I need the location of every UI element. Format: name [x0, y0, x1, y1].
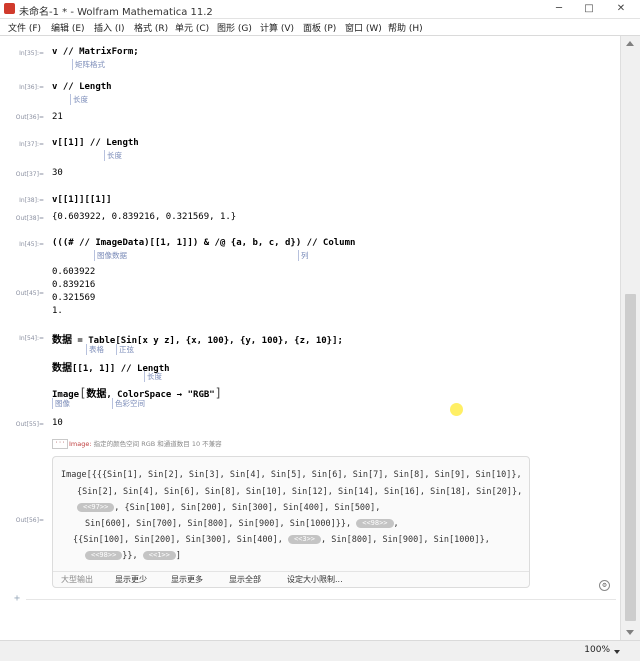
- menu-bar: 文件 (F) 编辑 (E) 插入 (I) 格式 (R) 单元 (C) 图形 (G…: [0, 19, 640, 36]
- large-output-line6: <<98>>}}, <<1>>]: [85, 551, 181, 561]
- large-output-line3-rest: , {Sin[100], Sin[200], Sin[300], Sin[400…: [114, 503, 381, 513]
- message-tag: Image: [69, 440, 90, 448]
- output-45-line1: 0.603922: [52, 267, 96, 277]
- var-shuju-2: 数据: [52, 363, 72, 374]
- window-title: 未命名-1 * - Wolfram Mathematica 11.2: [19, 7, 213, 18]
- output-36: 21: [52, 112, 63, 122]
- var-shuju-3: 数据: [86, 389, 107, 400]
- menu-insert[interactable]: 插入 (I): [94, 21, 125, 34]
- show-more-button[interactable]: 显示更多: [171, 574, 203, 585]
- output-45-line3: 0.321569: [52, 293, 96, 303]
- large-output-line6-end: ]: [175, 551, 181, 561]
- large-output-line5-a: {{Sin[100], Sin[200], Sin[300], Sin[400]…: [73, 535, 283, 545]
- mathematica-app-icon: [4, 3, 15, 14]
- menu-cell[interactable]: 单元 (C): [175, 21, 209, 34]
- menu-file[interactable]: 文件 (F): [8, 21, 41, 34]
- close-button[interactable]: ✕: [610, 1, 632, 16]
- out-label-45: Out[45]=: [15, 290, 44, 297]
- hint-length-37: 长度: [104, 150, 122, 161]
- in-label-45: In[45]:=: [19, 241, 44, 248]
- hint-length-54: 长度: [144, 371, 162, 382]
- large-output-line5: {{Sin[100], Sin[200], Sin[300], Sin[400]…: [73, 535, 490, 545]
- mouse-cursor-highlight: [450, 403, 463, 416]
- large-output-label: 大型输出: [61, 575, 93, 584]
- show-less-button[interactable]: 显示更少: [115, 574, 147, 585]
- set-size-limit-button[interactable]: 设定大小限制...: [287, 574, 343, 585]
- in-label-38: In[38]:=: [19, 197, 44, 204]
- output-45-line2: 0.839216: [52, 280, 96, 290]
- large-output-line1: Image[{{{Sin[1], Sin[2], Sin[3], Sin[4],…: [61, 470, 522, 480]
- show-all-button[interactable]: 显示全部: [229, 574, 261, 585]
- status-bar: 100%: [0, 640, 640, 661]
- message-line: ··· Image: 指定的颜色空间 RGB 和通道数目 10 不兼容: [52, 438, 432, 450]
- out-label-36: Out[36]=: [15, 114, 44, 121]
- message-text: Image: 指定的颜色空间 RGB 和通道数目 10 不兼容: [69, 438, 222, 448]
- output-37: 30: [52, 168, 63, 178]
- out-label-55: Out[55]=: [15, 421, 44, 428]
- hint-colorspace: 色彩空间: [112, 398, 145, 409]
- skeleton-3[interactable]: <<3>>: [287, 535, 322, 544]
- hint-table: 表格: [86, 344, 104, 355]
- input-35[interactable]: v // MatrixForm;: [52, 47, 139, 57]
- skeleton-1[interactable]: <<1>>: [142, 551, 176, 560]
- hint-sin: 正弦: [116, 344, 134, 355]
- var-shuju-1: 数据: [52, 335, 72, 346]
- menu-format[interactable]: 格式 (R): [134, 21, 168, 34]
- skeleton-98a[interactable]: <<98>>: [356, 519, 394, 528]
- menu-palettes[interactable]: 面板 (P): [303, 21, 336, 34]
- menu-window[interactable]: 窗口 (W): [345, 21, 382, 34]
- large-output-line4-b: ,: [393, 519, 399, 529]
- output-38: {0.603922, 0.839216, 0.321569, 1.}: [52, 212, 237, 222]
- vertical-scrollbar[interactable]: [620, 36, 640, 640]
- large-output-line6-mid: }},: [122, 551, 138, 561]
- large-output-panel: Image[{{{Sin[1], Sin[2], Sin[3], Sin[4],…: [52, 456, 530, 588]
- output-45-line4: 1.: [52, 306, 63, 316]
- in-label-37: In[37]:=: [19, 141, 44, 148]
- input-54-line1-rest: = Table[Sin[x y z], {x, 100}, {y, 100}, …: [72, 336, 343, 346]
- in-label-35: In[35]:=: [19, 50, 44, 57]
- cell-insertion-line[interactable]: [26, 599, 616, 600]
- large-output-line2: {Sin[2], Sin[4], Sin[6], Sin[8], Sin[10]…: [77, 487, 523, 497]
- output-options-icon[interactable]: ⚙: [599, 580, 610, 591]
- large-output-controls: 大型输出 显示更少 显示更多 显示全部 设定大小限制...: [53, 571, 529, 587]
- output-55: 10: [52, 418, 63, 428]
- scroll-up-arrow-icon[interactable]: [626, 41, 634, 46]
- hint-column: 列: [298, 250, 309, 261]
- input-36[interactable]: v // Length: [52, 82, 112, 92]
- input-37[interactable]: v[[1]] // Length: [52, 138, 139, 148]
- menu-graphics[interactable]: 图形 (G): [217, 21, 252, 34]
- out-label-56: Out[56]=: [15, 517, 44, 524]
- menu-evaluation[interactable]: 计算 (V): [260, 21, 294, 34]
- menu-help[interactable]: 帮助 (H): [388, 21, 423, 34]
- large-output-line4: Sin[600], Sin[700], Sin[800], Sin[900], …: [85, 519, 399, 529]
- large-output-line4-a: Sin[600], Sin[700], Sin[800], Sin[900], …: [85, 519, 352, 529]
- zoom-dropdown-icon[interactable]: [614, 650, 620, 654]
- out-label-38: Out[38]=: [15, 215, 44, 222]
- menu-edit[interactable]: 编辑 (E): [51, 21, 85, 34]
- input-45[interactable]: (((# // ImageData)[[1, 1]]) & /@ {a, b, …: [52, 238, 355, 248]
- maximize-button[interactable]: □: [578, 1, 600, 16]
- scroll-down-arrow-icon[interactable]: [626, 630, 634, 635]
- out-label-37: Out[37]=: [15, 171, 44, 178]
- hint-imagedata: 图像数据: [94, 250, 127, 261]
- hint-image: 图像: [52, 398, 70, 409]
- large-output-line5-b: , Sin[800], Sin[900], Sin[1000]},: [321, 535, 490, 545]
- message-body: 指定的颜色空间 RGB 和通道数目 10 不兼容: [93, 440, 222, 448]
- hint-length-36: 长度: [70, 94, 88, 105]
- input-38[interactable]: v[[1]][[1]]: [52, 195, 112, 205]
- in-label-54: In[54]:=: [19, 335, 44, 342]
- minimize-button[interactable]: ─: [548, 1, 570, 16]
- title-bar: 未命名-1 * - Wolfram Mathematica 11.2 ─ □ ✕: [0, 0, 640, 19]
- message-menu-icon[interactable]: ···: [52, 439, 68, 449]
- scrollbar-thumb[interactable]: [625, 294, 636, 621]
- zoom-level[interactable]: 100%: [584, 645, 610, 655]
- large-output-line3: <<97>>, {Sin[100], Sin[200], Sin[300], S…: [77, 503, 380, 513]
- hint-matrixform: 矩阵格式: [72, 59, 105, 70]
- skeleton-97[interactable]: <<97>>: [77, 503, 115, 512]
- add-cell-icon[interactable]: +: [14, 594, 26, 604]
- in-label-36: In[36]:=: [19, 84, 44, 91]
- skeleton-98b[interactable]: <<98>>: [85, 551, 123, 560]
